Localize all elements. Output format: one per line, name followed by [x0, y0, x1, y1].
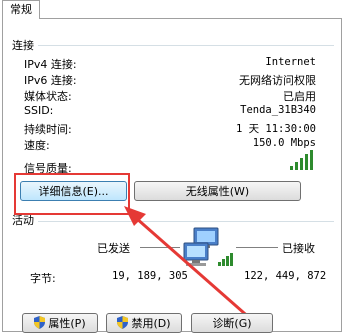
uac-shield-icon — [34, 316, 46, 329]
diagnose-button[interactable]: 诊断(G) — [191, 313, 273, 333]
tab-general[interactable]: 常规 — [2, 0, 40, 19]
disable-button-label: 禁用(D) — [131, 317, 171, 330]
disable-button[interactable]: 禁用(D) — [106, 313, 182, 333]
properties-button[interactable]: 属性(P) — [22, 313, 98, 333]
red-arrow-annotation — [124, 206, 253, 322]
uac-shield-icon — [117, 316, 129, 329]
properties-button-label: 属性(P) — [48, 317, 86, 330]
